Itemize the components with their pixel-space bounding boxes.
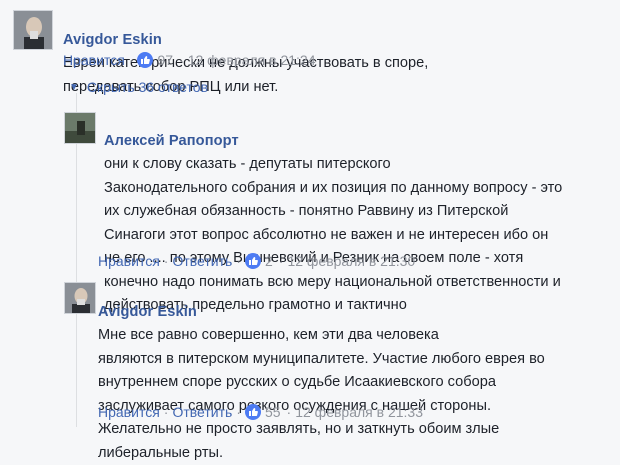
like-button[interactable]: Нравится <box>63 52 125 68</box>
comment-author[interactable]: Алексей Рапопорт <box>104 133 239 149</box>
separator: · <box>236 253 241 269</box>
comment-actions: Нравится · Ответить · 55 · 12 февраля в … <box>98 404 423 420</box>
avatar[interactable] <box>13 10 53 50</box>
avatar[interactable] <box>64 282 96 314</box>
separator: · <box>236 404 241 420</box>
reply-button[interactable]: Ответить <box>172 404 232 420</box>
like-count[interactable]: 2 <box>265 253 273 269</box>
separator: · <box>163 253 169 269</box>
hide-replies-link[interactable]: ▼ Скрыть 36 ответов <box>69 79 208 95</box>
comment-author[interactable]: Avigdor Eskin <box>63 32 162 48</box>
comment-timestamp[interactable]: 12 февраля в 21:24 <box>188 52 316 68</box>
separator: · <box>278 253 284 269</box>
comment-3-body: Avigdor Eskin Мне все равно совершенно, … <box>98 277 610 465</box>
like-count[interactable]: 97 <box>157 52 173 68</box>
separator: · <box>179 52 184 68</box>
like-icon[interactable] <box>244 404 261 420</box>
comment-timestamp[interactable]: 12 февраля в 21:30 <box>287 253 415 269</box>
comment-text: Мне все равно совершенно, кем эти два че… <box>98 327 545 461</box>
comment-actions: Нравится · Ответить · 2 · 12 февраля в 2… <box>98 253 415 269</box>
like-icon[interactable] <box>137 52 154 68</box>
hide-replies-label: Скрыть 36 ответов <box>86 79 209 95</box>
like-icon[interactable] <box>244 253 261 269</box>
triangle-down-icon: ▼ <box>69 81 79 93</box>
like-button[interactable]: Нравится <box>98 404 160 420</box>
separator: · <box>286 404 292 420</box>
avatar[interactable] <box>64 112 96 144</box>
comment-actions: Нравится · 97 · 12 февраля в 21:24 <box>63 52 315 68</box>
reply-button[interactable]: Ответить <box>172 253 232 269</box>
comment-author[interactable]: Avigdor Eskin <box>98 304 197 320</box>
comment-timestamp[interactable]: 12 февраля в 21:33 <box>295 404 423 420</box>
separator: · <box>128 52 134 68</box>
like-count[interactable]: 55 <box>265 404 281 420</box>
like-button[interactable]: Нравится <box>98 253 160 269</box>
separator: · <box>163 404 169 420</box>
